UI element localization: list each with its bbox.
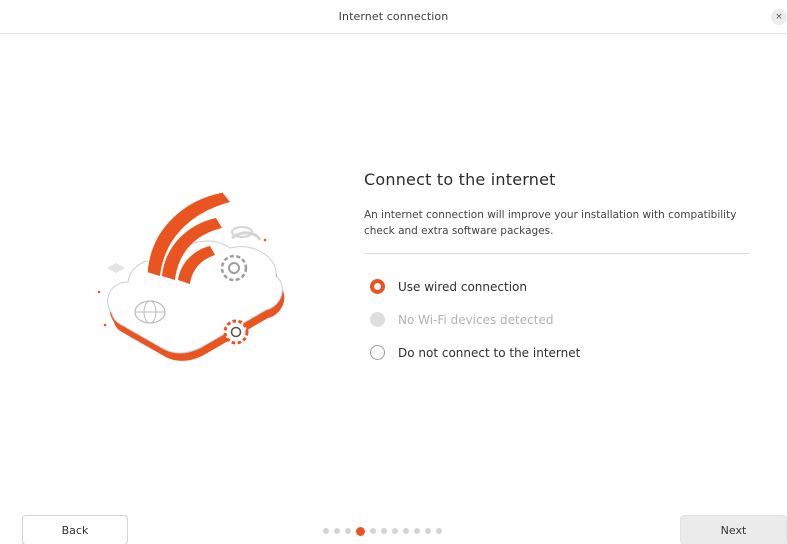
window-title: Internet connection bbox=[338, 10, 449, 23]
option-wired[interactable]: Use wired connection bbox=[364, 270, 750, 303]
main-content: Connect to the internet An internet conn… bbox=[364, 170, 750, 369]
progress-dots bbox=[323, 525, 442, 537]
gear-icon bbox=[223, 319, 249, 345]
progress-dot bbox=[381, 528, 387, 534]
option-wifi: No Wi-Fi devices detected bbox=[364, 303, 750, 336]
option-label: No Wi-Fi devices detected bbox=[398, 312, 554, 327]
close-button[interactable]: × bbox=[771, 9, 787, 25]
next-button[interactable]: Next bbox=[680, 515, 787, 544]
progress-dot bbox=[403, 528, 409, 534]
page-description: An internet connection will improve your… bbox=[364, 209, 737, 237]
decor-spark bbox=[103, 323, 107, 327]
decor-spark bbox=[97, 290, 101, 294]
option-label: Use wired connection bbox=[398, 279, 527, 294]
progress-dot bbox=[436, 528, 442, 534]
radio-disabled-icon bbox=[370, 312, 385, 327]
gear-icon bbox=[220, 254, 248, 282]
radio-selected-icon[interactable] bbox=[370, 279, 385, 294]
progress-dot bbox=[345, 528, 351, 534]
installer-window: Internet connection × Connect to the int… bbox=[0, 0, 787, 544]
progress-dot bbox=[414, 528, 420, 534]
decor-diamond bbox=[107, 263, 125, 273]
cloud-wifi-illustration bbox=[97, 191, 285, 361]
radio-unselected-icon[interactable] bbox=[370, 345, 385, 360]
back-button[interactable]: Back bbox=[22, 515, 128, 544]
header-bar: Internet connection × bbox=[0, 0, 787, 34]
option-no-connection[interactable]: Do not connect to the internet bbox=[364, 336, 750, 369]
progress-dot bbox=[323, 528, 329, 534]
page-heading: Connect to the internet bbox=[364, 170, 556, 189]
progress-dot bbox=[370, 528, 376, 534]
divider bbox=[364, 253, 750, 254]
progress-dot bbox=[334, 528, 340, 534]
progress-dot-active bbox=[356, 526, 365, 536]
connection-options: Use wired connection No Wi-Fi devices de… bbox=[364, 270, 750, 369]
progress-dot bbox=[392, 528, 398, 534]
decor-spark bbox=[263, 238, 267, 242]
progress-dot bbox=[425, 528, 431, 534]
option-label: Do not connect to the internet bbox=[398, 345, 581, 360]
close-icon: × bbox=[775, 12, 783, 22]
